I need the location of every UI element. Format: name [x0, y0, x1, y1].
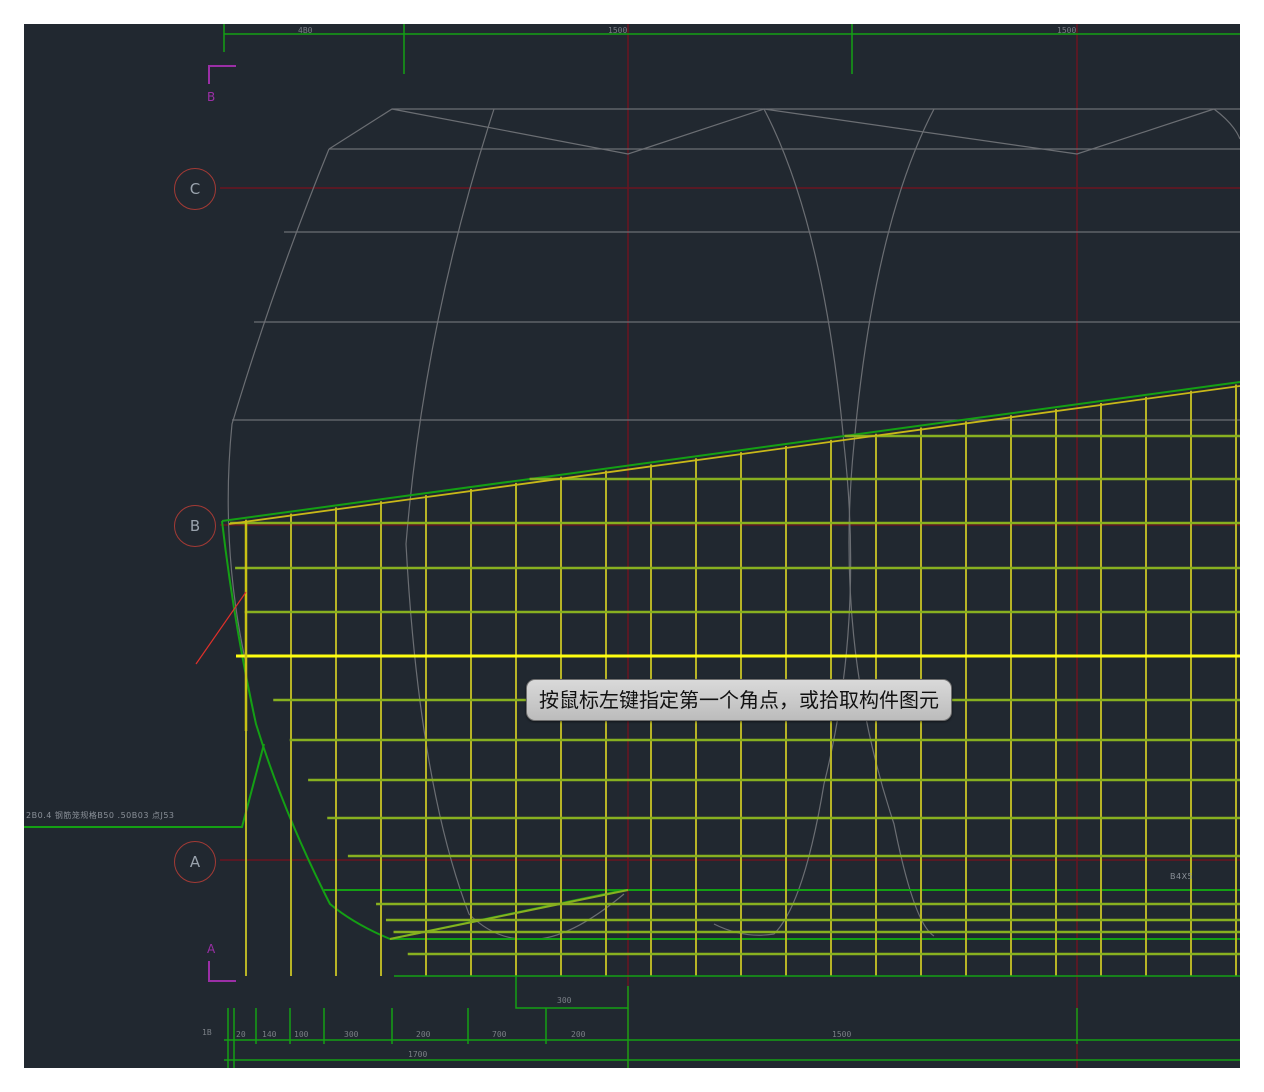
- dim-bottom-1: 1B: [202, 1028, 212, 1037]
- axis-lines: [220, 24, 1240, 1068]
- command-prompt-tooltip: 按鼠标左键指定第一个角点，或拾取构件图元: [526, 679, 952, 721]
- dim-bottom-8: 200: [571, 1030, 586, 1039]
- dim-bottom-3: 140: [262, 1030, 277, 1039]
- top-dimension-lines: [223, 24, 1240, 74]
- bottom-dimension-lines: [224, 975, 1240, 1068]
- dim-bottom-2: 20: [236, 1030, 246, 1039]
- dim-bottom-total: 1700: [408, 1050, 428, 1059]
- dim-bottom-7: 700: [492, 1030, 507, 1039]
- dim-bottom-5: 300: [344, 1030, 359, 1039]
- dim-bottom-4: 100: [294, 1030, 309, 1039]
- dim-bottom-6: 200: [416, 1030, 431, 1039]
- axis-bubble-a[interactable]: A: [174, 841, 216, 883]
- section-mark-bottom: A: [207, 942, 216, 956]
- dim-bottom-inner: 300: [557, 996, 572, 1005]
- left-note-label: 2B0.4 钢筋笼规格B50 .50B03 点J53: [26, 811, 175, 820]
- dim-top-3: 1500: [1057, 26, 1077, 35]
- cad-canvas[interactable]: C B A B A 4B0 1500 1500 300 1B 20 140 10…: [24, 24, 1240, 1068]
- section-mark-top: B: [207, 90, 216, 104]
- dim-top-1: 4B0: [298, 26, 313, 35]
- rebar-top-sloped: [228, 385, 1240, 525]
- axis-bubble-c[interactable]: C: [174, 168, 216, 210]
- dim-top-2: 1500: [608, 26, 628, 35]
- right-note-label: B4X5: [1170, 872, 1194, 881]
- dim-bottom-9: 1500: [832, 1030, 852, 1039]
- axis-bubble-b[interactable]: B: [174, 505, 216, 547]
